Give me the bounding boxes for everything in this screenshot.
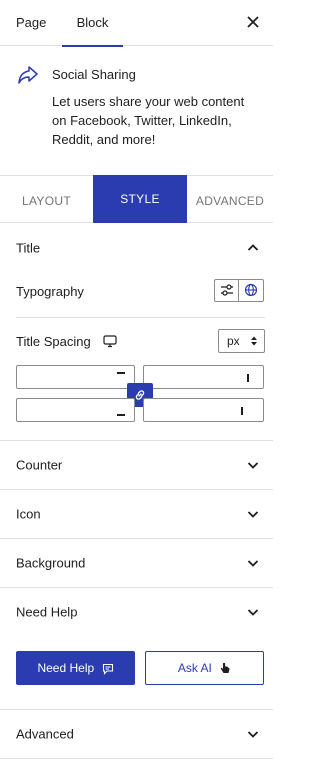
section-icon-header[interactable]: Icon [0,490,273,538]
tab-layout[interactable]: LAYOUT [0,176,93,223]
chevron-down-icon [247,609,259,616]
side-indicator-right [247,374,249,382]
side-indicator-top [117,372,125,374]
need-help-button-label: Need Help [37,661,95,675]
section-advanced-header[interactable]: Advanced [0,710,273,758]
chevron-up-icon [247,244,259,251]
unit-select-value: px [227,334,240,348]
section-title-header[interactable]: Title [0,224,273,272]
spacing-bottom-input[interactable] [16,398,135,422]
section-background-header[interactable]: Background [0,539,273,587]
section-need-help-header[interactable]: Need Help [0,588,273,636]
section-counter-header[interactable]: Counter [0,441,273,489]
pointer-hand-icon [220,663,230,674]
section-need-help-label: Need Help [16,604,78,620]
need-help-button[interactable]: Need Help [16,651,135,685]
share-arrow-icon [16,63,40,87]
divider [0,758,273,759]
side-indicator-bottom [117,414,125,416]
sidebar-tabs: Page Block [0,0,273,47]
ask-ai-button[interactable]: Ask AI [145,651,264,685]
typography-control [214,279,264,302]
side-indicator-left [241,407,243,415]
block-card: Social Sharing Let users share your web … [0,47,273,175]
tab-advanced[interactable]: ADVANCED [187,176,273,223]
section-advanced-label: Advanced [16,726,74,742]
chevron-down-icon [247,462,259,469]
spacing-left-input[interactable] [143,398,264,422]
spacing-top-input[interactable] [16,365,135,389]
tab-page[interactable]: Page [16,0,46,46]
section-background-label: Background [16,555,86,571]
tab-block[interactable]: Block [62,0,123,47]
block-description: Let users share your web content on Face… [52,94,245,147]
chevron-down-icon [247,731,259,738]
globe-icon[interactable] [239,280,263,301]
unit-select[interactable]: px [218,329,265,353]
section-title-label: Title [16,240,41,256]
close-icon[interactable] [243,12,263,32]
typography-label: Typography [16,284,84,299]
block-title: Social Sharing [52,67,136,82]
inspector-tabs: LAYOUT STYLE ADVANCED [0,175,273,223]
divider [16,317,265,318]
ask-ai-button-label: Ask AI [177,661,212,675]
tab-style[interactable]: STYLE [93,175,187,223]
updown-icon [251,336,257,346]
section-icon-label: Icon [16,506,41,522]
desktop-icon[interactable] [102,333,118,349]
section-counter-label: Counter [16,457,63,473]
title-spacing-label: Title Spacing [16,334,91,349]
chevron-down-icon [247,560,259,567]
spacing-right-input[interactable] [143,365,264,389]
chevron-down-icon [247,511,259,518]
chat-icon [102,663,113,675]
sliders-icon[interactable] [215,280,239,301]
